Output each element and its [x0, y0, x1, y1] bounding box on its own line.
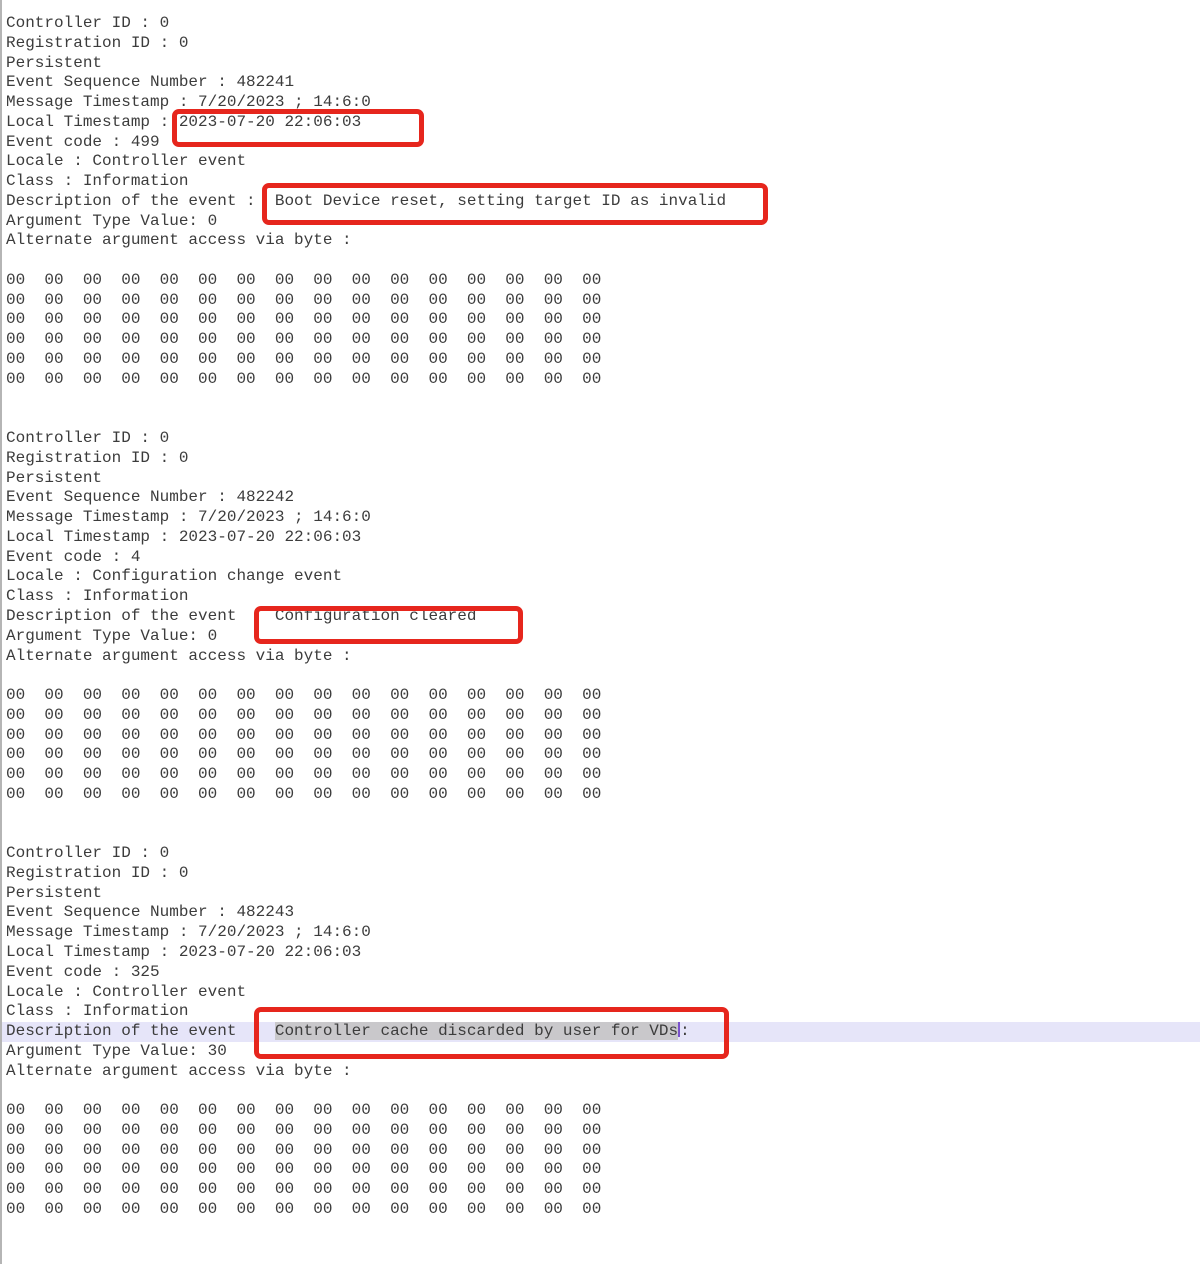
locale-line: Locale : Configuration change event	[6, 567, 1200, 587]
description-suffix: :	[680, 1022, 690, 1040]
alternate-argument-line: Alternate argument access via byte :	[6, 1062, 1200, 1082]
locale-line: Locale : Controller event	[6, 152, 1200, 172]
locale-line: Locale : Controller event	[6, 983, 1200, 1003]
local-timestamp-line: Local Timestamp : 2023-07-20 22:06:03	[6, 943, 1200, 963]
blank-line	[6, 251, 1200, 271]
hex-row: 00 00 00 00 00 00 00 00 00 00 00 00 00 0…	[6, 1141, 1200, 1161]
class-line: Class : Information	[6, 1002, 1200, 1022]
blank-line	[6, 1220, 1200, 1240]
local-timestamp-line: Local Timestamp : 2023-07-20 22:06:03	[6, 528, 1200, 548]
event-sequence-line: Event Sequence Number : 482241	[6, 73, 1200, 93]
event-block-1: Controller ID : 0 Registration ID : 0 Pe…	[6, 14, 1200, 429]
event-log-text: Controller ID : 0 Registration ID : 0 Pe…	[0, 0, 1200, 1259]
event-block-2: Controller ID : 0 Registration ID : 0 Pe…	[6, 429, 1200, 844]
registration-id-line: Registration ID : 0	[6, 449, 1200, 469]
hex-row: 00 00 00 00 00 00 00 00 00 00 00 00 00 0…	[6, 686, 1200, 706]
local-timestamp-line: Local Timestamp : 2023-07-20 22:06:03	[6, 113, 1200, 133]
description-line: Description of the event : Boot Device r…	[6, 192, 1200, 212]
hex-row: 00 00 00 00 00 00 00 00 00 00 00 00 00 0…	[6, 1101, 1200, 1121]
alternate-argument-line: Alternate argument access via byte :	[6, 231, 1200, 251]
class-line: Class : Information	[6, 172, 1200, 192]
hex-row: 00 00 00 00 00 00 00 00 00 00 00 00 00 0…	[6, 785, 1200, 805]
argument-type-line: Argument Type Value: 30	[6, 1042, 1200, 1062]
message-timestamp-line: Message Timestamp : 7/20/2023 ; 14:6:0	[6, 923, 1200, 943]
registration-id-line: Registration ID : 0	[6, 34, 1200, 54]
hex-row: 00 00 00 00 00 00 00 00 00 00 00 00 00 0…	[6, 330, 1200, 350]
hex-row: 00 00 00 00 00 00 00 00 00 00 00 00 00 0…	[6, 726, 1200, 746]
hex-row: 00 00 00 00 00 00 00 00 00 00 00 00 00 0…	[6, 1180, 1200, 1200]
blank-line	[6, 824, 1200, 844]
hex-row: 00 00 00 00 00 00 00 00 00 00 00 00 00 0…	[6, 310, 1200, 330]
blank-line	[6, 1081, 1200, 1101]
argument-type-line: Argument Type Value: 0	[6, 627, 1200, 647]
hex-row: 00 00 00 00 00 00 00 00 00 00 00 00 00 0…	[6, 765, 1200, 785]
persistent-line: Persistent	[6, 884, 1200, 904]
hex-row: 00 00 00 00 00 00 00 00 00 00 00 00 00 0…	[6, 1121, 1200, 1141]
controller-id-line: Controller ID : 0	[6, 844, 1200, 864]
message-timestamp-line: Message Timestamp : 7/20/2023 ; 14:6:0	[6, 93, 1200, 113]
hex-row: 00 00 00 00 00 00 00 00 00 00 00 00 00 0…	[6, 1200, 1200, 1220]
event-code-line: Event code : 4	[6, 548, 1200, 568]
persistent-line: Persistent	[6, 469, 1200, 489]
controller-id-line: Controller ID : 0	[6, 14, 1200, 34]
class-line: Class : Information	[6, 587, 1200, 607]
blank-line	[6, 805, 1200, 825]
blank-line	[6, 409, 1200, 429]
description-line-highlighted: Description of the event Controller cach…	[2, 1022, 1200, 1042]
hex-row: 00 00 00 00 00 00 00 00 00 00 00 00 00 0…	[6, 350, 1200, 370]
hex-row: 00 00 00 00 00 00 00 00 00 00 00 00 00 0…	[6, 370, 1200, 390]
selected-text[interactable]: Controller cache discarded by user for V…	[275, 1022, 678, 1040]
blank-line	[6, 1239, 1200, 1259]
event-sequence-line: Event Sequence Number : 482242	[6, 488, 1200, 508]
event-block-3: Controller ID : 0 Registration ID : 0 Pe…	[6, 844, 1200, 1259]
blank-line	[6, 666, 1200, 686]
event-code-line: Event code : 499	[6, 133, 1200, 153]
alternate-argument-line: Alternate argument access via byte :	[6, 647, 1200, 667]
argument-type-line: Argument Type Value: 0	[6, 212, 1200, 232]
hex-row: 00 00 00 00 00 00 00 00 00 00 00 00 00 0…	[6, 291, 1200, 311]
blank-line	[6, 390, 1200, 410]
persistent-line: Persistent	[6, 54, 1200, 74]
description-label: Description of the event	[6, 1022, 275, 1040]
hex-row: 00 00 00 00 00 00 00 00 00 00 00 00 00 0…	[6, 1160, 1200, 1180]
event-sequence-line: Event Sequence Number : 482243	[6, 903, 1200, 923]
hex-row: 00 00 00 00 00 00 00 00 00 00 00 00 00 0…	[6, 706, 1200, 726]
hex-row: 00 00 00 00 00 00 00 00 00 00 00 00 00 0…	[6, 271, 1200, 291]
description-line: Description of the event Configuration c…	[6, 607, 1200, 627]
event-code-line: Event code : 325	[6, 963, 1200, 983]
controller-id-line: Controller ID : 0	[6, 429, 1200, 449]
message-timestamp-line: Message Timestamp : 7/20/2023 ; 14:6:0	[6, 508, 1200, 528]
registration-id-line: Registration ID : 0	[6, 864, 1200, 884]
hex-row: 00 00 00 00 00 00 00 00 00 00 00 00 00 0…	[6, 745, 1200, 765]
